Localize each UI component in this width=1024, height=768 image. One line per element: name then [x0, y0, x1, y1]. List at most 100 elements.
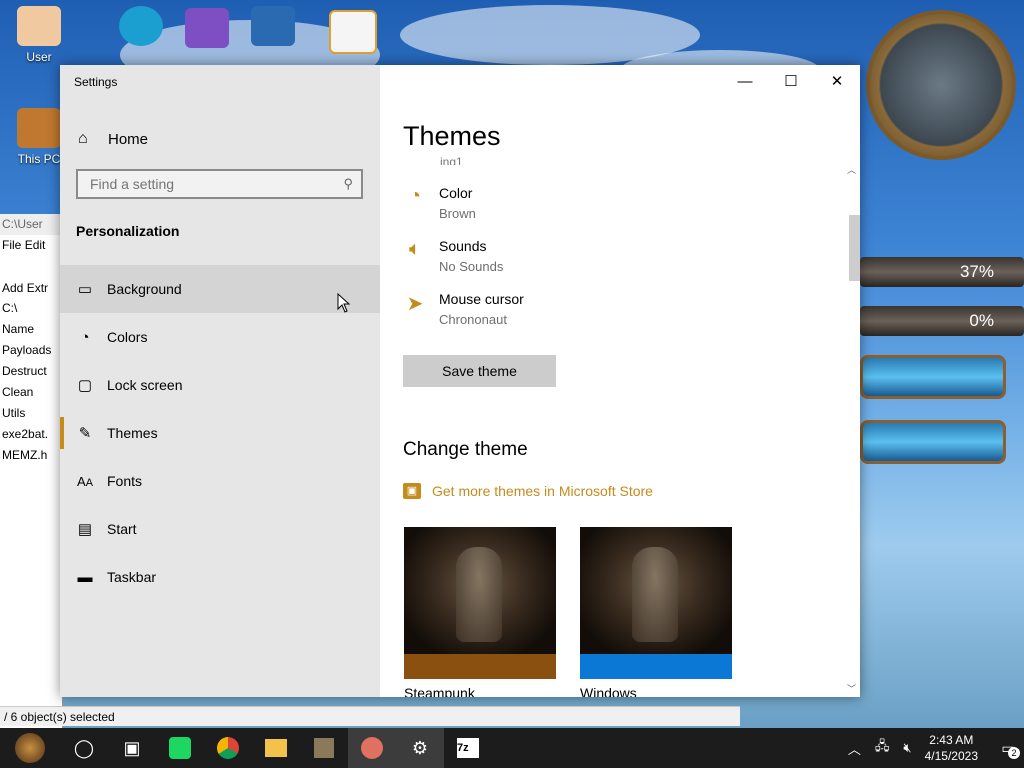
explorer-toolbar[interactable]: Add Extr — [0, 256, 62, 298]
volume-muted-icon[interactable]: 🔇︎ — [903, 740, 911, 756]
store-link[interactable]: ▣ Get more themes in Microsoft Store — [403, 483, 653, 499]
lock-screen-icon: ▢ — [77, 377, 93, 394]
nav-fonts[interactable]: AA Fonts — [60, 457, 380, 505]
change-theme-heading: Change theme — [403, 439, 528, 460]
user-folder-icon — [17, 6, 61, 46]
clock-date: 4/15/2023 — [924, 749, 978, 763]
cursor-icon: ➤ — [406, 293, 424, 315]
search-input[interactable] — [88, 175, 332, 193]
explorer-menu[interactable]: File Edit — [0, 235, 62, 256]
desktop-icon-virtualbox[interactable] — [238, 6, 308, 50]
search-icon[interactable]: ⚲ — [343, 176, 353, 192]
address-bar[interactable]: C:\ — [0, 298, 62, 319]
taskbar-app[interactable] — [300, 728, 348, 768]
clock-gadget[interactable] — [866, 10, 1016, 160]
settings-window[interactable]: Settings ⌂ Home ⚲ Personalization ▭ Back… — [60, 65, 860, 697]
network-icon[interactable]: 🖧︎ — [875, 737, 890, 759]
minimize-button[interactable]: — — [722, 65, 768, 97]
nav-colors[interactable]: ◔ Colors — [60, 313, 380, 361]
theme-preview-figure — [456, 547, 502, 642]
task-view-button[interactable]: ▣ — [108, 728, 156, 768]
desktop-gadgets: 37% 0% — [860, 0, 1024, 728]
taskbar-icon: ▬ — [77, 568, 93, 586]
settings-search[interactable]: ⚲ — [76, 169, 363, 199]
section-title: Personalization — [76, 223, 180, 239]
taskbar: ◯ ▣ ⚙ 7z ︿ 🖧︎ 🔇︎ 2:43 AM 4/15/2023 ▭ 2 — [0, 728, 1024, 768]
nav-lock-screen[interactable]: ▢ Lock screen — [60, 361, 380, 409]
column-header-name[interactable]: Name — [0, 319, 62, 340]
close-icon: ✕ — [830, 73, 844, 90]
prop-name: Sounds — [439, 238, 487, 254]
theme-prop-mouse-cursor[interactable]: ➤ Mouse cursor Chrononaut — [402, 291, 524, 327]
hxd-icon — [329, 10, 377, 54]
desktop-icon-edge[interactable] — [106, 6, 176, 50]
list-item[interactable]: Clean — [0, 382, 62, 403]
nav-taskbar[interactable]: ▬ Taskbar — [60, 553, 380, 601]
taskbar-settings[interactable]: ⚙ — [396, 728, 444, 768]
theme-thumbnail-steampunk[interactable] — [404, 527, 556, 679]
action-center-button[interactable]: ▭ 2 — [992, 728, 1024, 768]
list-item[interactable]: Payloads — [0, 340, 62, 361]
maximize-button[interactable]: ☐ — [768, 65, 814, 97]
taskbar-clock[interactable]: 2:43 AM 4/15/2023 — [925, 732, 978, 764]
chevron-up-icon[interactable]: ︿ — [848, 739, 861, 758]
taskbar-app[interactable] — [204, 728, 252, 768]
visual-studio-icon — [185, 8, 229, 48]
gear-icon: ⚙ — [411, 737, 429, 758]
scroll-thumb[interactable] — [849, 215, 860, 281]
extract-button[interactable]: Extr — [27, 281, 48, 295]
scroll-down-icon[interactable]: ﹀ — [847, 682, 856, 695]
nav-themes[interactable]: ✎ Themes — [60, 409, 380, 457]
background-explorer-window[interactable]: C:\User File Edit Add Extr C:\ Name Payl… — [0, 214, 63, 728]
system-tray: ︿ 🖧︎ 🔇︎ 2:43 AM 4/15/2023 ▭ 2 — [841, 728, 1024, 768]
store-icon: ▣ — [403, 483, 421, 499]
desktop-icon-user[interactable]: User — [4, 6, 74, 64]
nav-start[interactable]: ▤ Start — [60, 505, 380, 553]
add-button[interactable]: Add — [2, 281, 23, 295]
taskbar-app[interactable] — [156, 728, 204, 768]
prop-value: No Sounds — [439, 259, 504, 274]
palette-icon: ◔ — [80, 328, 90, 346]
list-item[interactable]: Utils — [0, 403, 62, 424]
nav-label: Background — [107, 281, 182, 297]
themes-icon: ✎ — [78, 425, 92, 442]
task-view-icon: ▣ — [123, 737, 141, 758]
theme-prop-color[interactable]: ◔ Color Brown — [402, 185, 476, 221]
menu-file[interactable]: File — [2, 238, 21, 252]
nav-home[interactable]: ⌂ Home — [60, 123, 380, 155]
nav-label: Colors — [107, 329, 148, 345]
maximize-icon: ☐ — [784, 73, 798, 90]
desktop-icon-hxd[interactable] — [318, 10, 388, 58]
content-scrollbar[interactable]: ︿ ﹀ — [846, 161, 860, 697]
scroll-up-icon[interactable]: ︿ — [847, 163, 856, 176]
taskbar-app[interactable] — [252, 728, 300, 768]
theme-thumbnail-windows[interactable] — [580, 527, 732, 679]
nav-background[interactable]: ▭ Background — [60, 265, 380, 313]
personalization-nav: ▭ Background ◔ Colors ▢ Lock screen ✎ Th… — [60, 265, 380, 601]
nav-label: Fonts — [107, 473, 143, 489]
taskbar-app[interactable]: 7z — [444, 728, 492, 768]
theme-label: Windows — [580, 685, 637, 697]
fonts-icon: AA — [77, 473, 93, 489]
minimize-icon: — — [737, 72, 753, 90]
prop-name: Color — [439, 185, 473, 201]
prop-name: Mouse cursor — [439, 291, 524, 307]
save-theme-button[interactable]: Save theme — [403, 355, 556, 387]
home-icon: ⌂ — [78, 130, 88, 147]
window-controls: — ☐ ✕ — [722, 65, 860, 97]
list-item[interactable]: MEMZ.h — [0, 445, 62, 466]
desktop-icon-vs[interactable] — [172, 8, 242, 52]
app-icon — [314, 738, 334, 758]
start-button[interactable] — [0, 728, 60, 768]
cortana-button[interactable]: ◯ — [60, 728, 108, 768]
list-item[interactable]: Destruct — [0, 361, 62, 382]
nav-label: Taskbar — [107, 569, 157, 585]
close-button[interactable]: ✕ — [814, 65, 860, 97]
page-title: Themes — [403, 121, 501, 151]
taskbar-app[interactable] — [348, 728, 396, 768]
theme-label: Steampunk — [404, 685, 475, 697]
list-item[interactable]: exe2bat. — [0, 424, 62, 445]
chrome-icon — [217, 737, 239, 759]
menu-edit[interactable]: Edit — [25, 238, 46, 252]
theme-prop-sounds[interactable]: 🔈︎ Sounds No Sounds — [402, 238, 503, 274]
